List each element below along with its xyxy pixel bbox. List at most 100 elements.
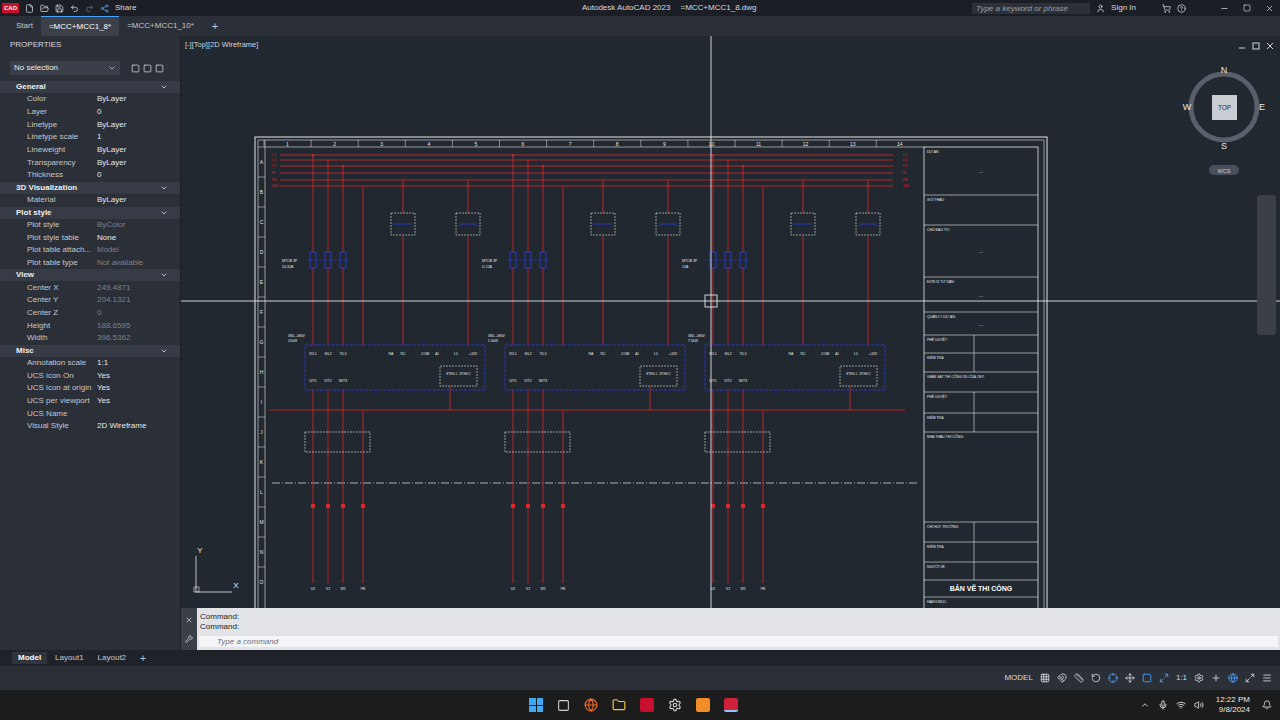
property-row[interactable]: Center Z0 [0,307,180,320]
workspace-icon[interactable] [1194,673,1204,683]
settings-icon[interactable] [668,698,682,712]
close-icon[interactable] [1265,4,1274,13]
cart-icon[interactable] [1162,4,1171,13]
file-explorer-icon[interactable] [612,698,626,712]
document-tab[interactable]: =MCC+MCC1_10* [119,16,202,36]
toggle-pickadd-icon[interactable] [131,64,140,73]
layout-tab[interactable]: Model [12,652,47,664]
new-icon[interactable] [25,4,34,13]
drawing-canvas[interactable]: [-][Top][2D Wireframe]123456789101112131… [181,36,1280,608]
sublime-app-icon[interactable] [696,698,710,712]
osnap-icon[interactable] [1108,673,1118,683]
customize-icon[interactable] [185,635,193,643]
open-icon[interactable] [40,4,49,13]
svg-text:PE: PE [272,178,277,182]
property-row[interactable]: Plot table attach...Model [0,244,180,257]
property-row[interactable]: UCS per viewportYes [0,395,180,408]
property-row[interactable]: Annotation scale1:1 [0,357,180,370]
volume-icon[interactable] [1194,700,1204,710]
share-icon[interactable] [100,4,109,13]
property-row[interactable]: LineweightByLayer [0,144,180,157]
property-row[interactable]: Height188.6595 [0,319,180,332]
property-row[interactable]: Plot table typeNot available [0,257,180,270]
model-space-button[interactable]: MODEL [1004,672,1032,684]
command-input[interactable]: Type a command [199,636,1278,647]
autodesk-app-icon[interactable] [640,698,654,712]
new-tab-button[interactable]: + [202,16,228,36]
task-view-icon[interactable] [557,699,570,712]
property-row[interactable]: LinetypeByLayer [0,118,180,131]
scrollbar[interactable] [1257,195,1276,335]
windows-start-icon[interactable] [529,698,543,712]
customization-icon[interactable] [1262,673,1272,683]
layout-tab[interactable]: Layout2 [92,652,132,664]
section-header[interactable]: Plot style [0,207,180,219]
layout-tab[interactable]: Layout1 [49,652,89,664]
viewport-window-controls[interactable] [1239,43,1273,49]
annotation-scale[interactable]: 1:1 [1176,672,1187,684]
property-row[interactable]: Center X249.4871 [0,281,180,294]
property-row[interactable]: ColorByLayer [0,93,180,106]
grid-icon[interactable] [1040,673,1050,683]
wifi-icon[interactable] [1176,700,1186,710]
property-row[interactable]: Center Y204.1321 [0,294,180,307]
new-layout-button[interactable]: + [134,651,152,666]
lineweight-icon[interactable] [1142,673,1152,683]
section-header[interactable]: General [0,81,180,93]
document-tab[interactable]: Start [8,16,41,36]
property-row[interactable]: Layer0 [0,106,180,119]
document-tab[interactable]: =MCC+MCC1_8* [41,16,119,36]
svg-text:5: 5 [475,141,478,147]
property-row[interactable]: Visual Style2D Wireframe [0,420,180,433]
tray-overflow-icon[interactable] [1140,700,1150,710]
property-row[interactable]: UCS icon at originYes [0,382,180,395]
otrack-icon[interactable] [1125,673,1135,683]
save-icon[interactable] [55,4,64,13]
svg-text:RC: RC [600,352,606,356]
quick-select-icon[interactable] [155,64,164,73]
microphone-icon[interactable] [1158,700,1168,710]
annotation-visibility-icon[interactable] [1159,673,1169,683]
redo-icon[interactable] [85,4,94,13]
clock[interactable]: 12:22 PM9/8/2024 [1212,695,1254,715]
viewport-label[interactable]: [-][Top][2D Wireframe] [185,40,258,49]
undo-icon[interactable] [70,4,79,13]
property-row[interactable]: MaterialByLayer [0,194,180,207]
minimize-icon[interactable] [1220,4,1229,13]
property-row[interactable]: Plot styleByColor [0,219,180,232]
clean-screen-icon[interactable] [1245,673,1255,683]
add-icon[interactable] [1211,673,1221,683]
browser-icon[interactable] [584,698,598,712]
svg-text:X: X [233,581,239,590]
property-row[interactable]: Plot style tableNone [0,231,180,244]
app-logo[interactable]: CAD [2,3,19,13]
ucs-icon: YX [194,546,239,592]
snap-icon[interactable] [1057,673,1067,683]
model-viewport[interactable]: [-][Top][2D Wireframe]123456789101112131… [181,36,1280,608]
maximize-icon[interactable] [1243,4,1251,12]
property-row[interactable]: TransparencyByLayer [0,156,180,169]
select-objects-icon[interactable] [143,64,152,73]
section-header[interactable]: View [0,269,180,281]
property-row[interactable]: Width396.5362 [0,332,180,345]
isolate-icon[interactable] [1228,673,1238,683]
notification-icon[interactable] [1262,700,1272,710]
section-header[interactable]: Misc [0,345,180,357]
property-row[interactable]: Thickness0 [0,169,180,182]
user-icon[interactable] [1096,4,1105,13]
search-field[interactable]: Type a keyword or phrase [972,3,1090,14]
svg-text:K: K [260,459,264,465]
share-button[interactable]: Share [115,2,136,14]
polar-icon[interactable] [1091,673,1101,683]
property-row[interactable]: UCS Name [0,407,180,420]
property-row[interactable]: UCS icon OnYes [0,369,180,382]
viewcube[interactable]: TOPNSWEWCS [1183,65,1265,175]
autocad-app-icon[interactable] [724,698,738,712]
help-icon[interactable] [1177,4,1186,13]
section-header[interactable]: 3D Visualization [0,182,180,194]
ortho-icon[interactable] [1074,673,1084,683]
selection-dropdown[interactable]: No selection [10,61,120,75]
sign-in-button[interactable]: Sign In [1111,2,1156,14]
close-command-icon[interactable] [185,616,193,624]
property-row[interactable]: Linetype scale1 [0,131,180,144]
